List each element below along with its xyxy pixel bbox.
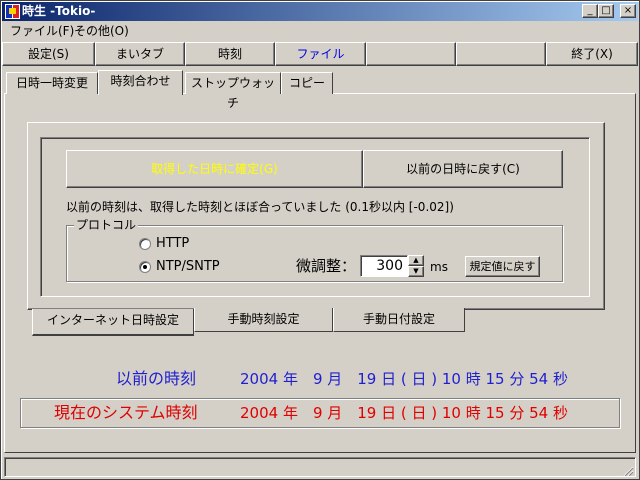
maximize-button[interactable]: □ xyxy=(598,4,614,18)
confirm-fetched-time-button[interactable]: 取得した日時に確定(G) xyxy=(66,150,363,188)
system-time-value: 2004 年 9 月 19 日 ( 日 ) 10 時 15 分 54 秒 xyxy=(240,404,568,422)
title-bar[interactable]: 時生 -Tokio- _ □ × xyxy=(2,2,638,21)
fine-tune-label: 微調整： xyxy=(296,257,357,275)
tab-temporary-change[interactable]: 日時一時変更 xyxy=(6,72,98,94)
settings-button[interactable]: 設定(S) xyxy=(2,42,95,66)
revert-previous-time-button[interactable]: 以前の日時に戻す(C) xyxy=(363,150,563,188)
tab-copy[interactable]: コピー xyxy=(281,72,333,94)
status-bar xyxy=(4,457,636,477)
close-button[interactable]: × xyxy=(620,4,636,18)
empty-button-2[interactable] xyxy=(456,42,546,66)
app-icon xyxy=(5,4,20,19)
menu-file[interactable]: ファイル(F) xyxy=(6,23,78,39)
menu-bar: ファイル(F) その他(O) xyxy=(2,22,638,40)
empty-button-1[interactable] xyxy=(366,42,456,66)
reset-default-button[interactable]: 規定値に戻す xyxy=(465,256,540,277)
tab-time-adjust[interactable]: 時刻合わせ xyxy=(98,70,183,95)
http-label[interactable]: HTTP xyxy=(156,237,189,251)
ntp-radio[interactable] xyxy=(139,261,151,273)
tab-strip: 日時一時変更 時刻合わせ ストップウォッチ コピー xyxy=(4,70,636,110)
spin-up-icon[interactable]: ▲ xyxy=(408,255,424,266)
menu-other[interactable]: その他(O) xyxy=(70,23,133,39)
tab-stopwatch[interactable]: ストップウォッチ xyxy=(185,72,281,110)
exit-button[interactable]: 終了(X) xyxy=(546,42,638,66)
spin-down-icon[interactable]: ▼ xyxy=(408,266,424,277)
maitab-button[interactable]: まいタブ xyxy=(95,42,185,66)
window-title: 時生 -Tokio- xyxy=(22,4,96,18)
top-button-row: 設定(S) まいタブ 時刻 ファイル 終了(X) xyxy=(2,42,638,66)
ntp-label[interactable]: NTP/SNTP xyxy=(156,260,220,274)
resize-grip-icon[interactable] xyxy=(622,466,634,476)
tab-manual-date-setting[interactable]: 手動日付設定 xyxy=(333,308,465,332)
system-time-label: 現在のシステム時刻 xyxy=(54,403,198,422)
fine-tune-input[interactable]: 300 xyxy=(360,255,408,277)
time-button[interactable]: 時刻 xyxy=(185,42,275,66)
tab-manual-time-setting[interactable]: 手動時刻設定 xyxy=(194,308,333,332)
ms-unit-label: ms xyxy=(430,260,448,274)
minimize-button[interactable]: _ xyxy=(582,4,598,18)
protocol-legend: プロトコル xyxy=(74,218,139,232)
tab-internet-time-setting[interactable]: インターネット日時設定 xyxy=(32,309,194,336)
previous-time-label: 以前の時刻 xyxy=(116,369,197,388)
previous-time-value: 2004 年 9 月 19 日 ( 日 ) 10 時 15 分 54 秒 xyxy=(240,370,568,388)
file-button[interactable]: ファイル xyxy=(275,42,366,66)
sync-status-text: 以前の時刻は、取得した時刻とほぼ合っていました (0.1秒以内 [-0.02]) xyxy=(66,200,454,214)
http-radio[interactable] xyxy=(139,238,151,250)
